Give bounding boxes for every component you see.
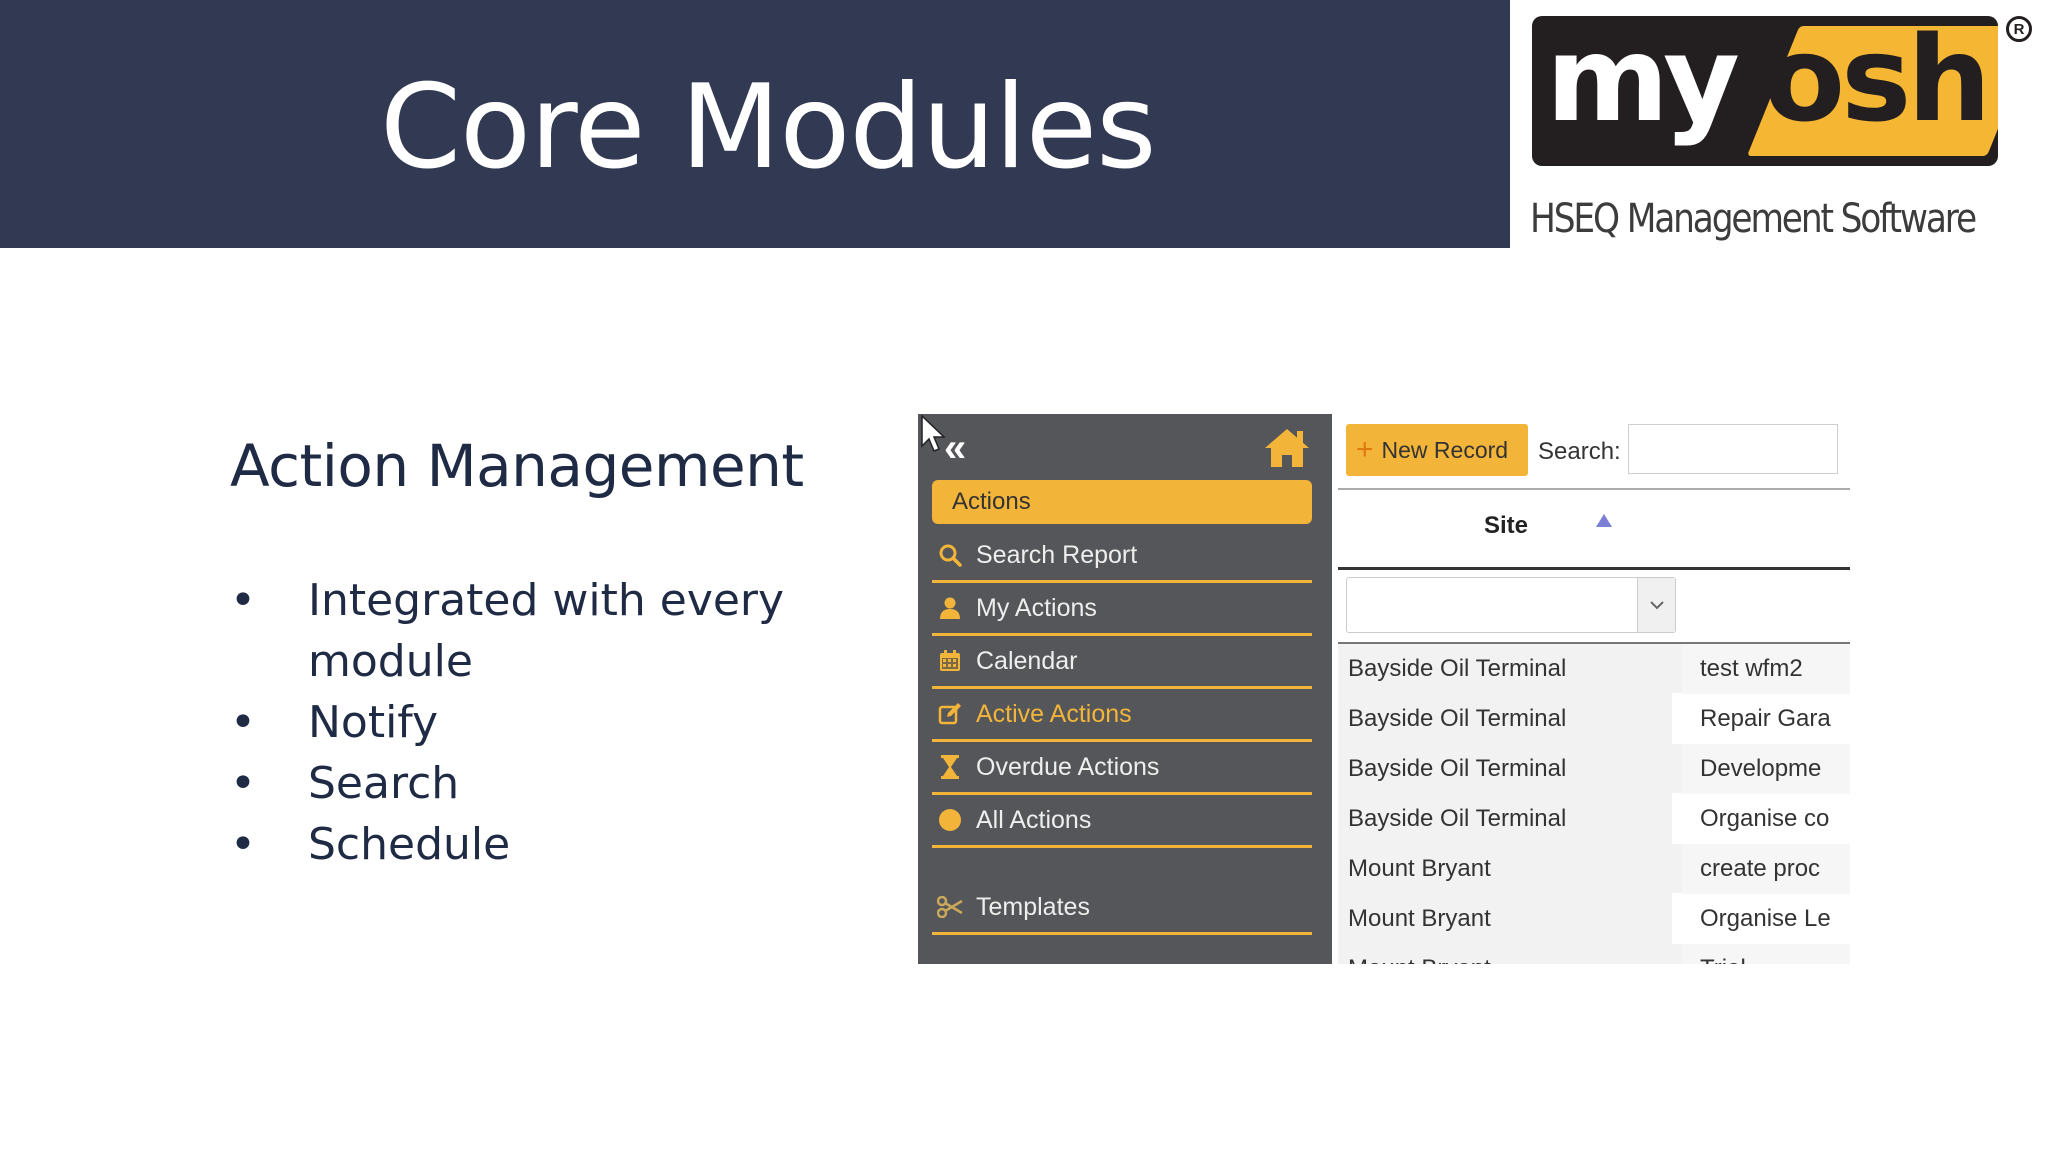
new-record-button[interactable]: + New Record xyxy=(1346,424,1528,476)
bullet-item: Integrated with every module xyxy=(230,570,850,692)
page-title: Core Modules xyxy=(380,60,1157,195)
table-row[interactable]: Mount Bryant Trial xyxy=(1338,944,1850,964)
sidebar-item-label: Search Report xyxy=(976,540,1138,569)
column-header-site[interactable]: Site xyxy=(1338,512,1674,540)
sidebar-section-actions[interactable]: Actions xyxy=(932,480,1312,524)
bullet-list: Integrated with every module Notify Sear… xyxy=(230,570,850,875)
sidebar-item-label: My Actions xyxy=(976,593,1097,622)
scissors-icon xyxy=(932,896,968,918)
table-row[interactable]: Bayside Oil Terminal Developme xyxy=(1338,744,1850,794)
cell-description: Organise Le xyxy=(1682,894,1850,944)
cell-site: Mount Bryant xyxy=(1338,844,1672,894)
sidebar-item-templates[interactable]: Templates xyxy=(932,882,1312,935)
logo-text-my: my xyxy=(1546,16,1740,148)
header-bar: Core Modules xyxy=(0,0,1510,248)
collapse-sidebar-icon[interactable]: « xyxy=(944,428,966,468)
sidebar-item-overdue-actions[interactable]: Overdue Actions xyxy=(932,742,1312,795)
section-title: Action Management xyxy=(230,432,804,500)
sidebar-item-label: Calendar xyxy=(976,646,1078,675)
cell-site: Mount Bryant xyxy=(1338,944,1672,964)
table-row[interactable]: Bayside Oil Terminal test wfm2 xyxy=(1338,644,1850,694)
new-record-label: New Record xyxy=(1381,436,1509,463)
cell-description: Organise co xyxy=(1682,794,1850,844)
calendar-icon xyxy=(932,649,968,673)
cell-site: Bayside Oil Terminal xyxy=(1338,744,1672,794)
table-row[interactable]: Bayside Oil Terminal Repair Gara xyxy=(1338,694,1850,744)
logo-tagline: HSEQ Management Software xyxy=(1530,196,1977,242)
cell-site: Mount Bryant xyxy=(1338,894,1672,944)
bullet-item: Schedule xyxy=(230,814,850,875)
plus-icon: + xyxy=(1356,433,1374,466)
table-top-border xyxy=(1338,488,1850,490)
bullet-item: Notify xyxy=(230,692,850,753)
edit-icon xyxy=(932,702,968,726)
table-header-border xyxy=(1338,567,1850,570)
cell-description: Repair Gara xyxy=(1682,694,1850,744)
cell-site: Bayside Oil Terminal xyxy=(1338,644,1672,694)
sidebar-item-label: Overdue Actions xyxy=(976,752,1160,781)
cell-description: Developme xyxy=(1682,744,1850,794)
app-screenshot: « Actions Search Report My Actions Calen… xyxy=(918,414,1850,964)
table-row[interactable]: Mount Bryant Organise Le xyxy=(1338,894,1850,944)
cell-site: Bayside Oil Terminal xyxy=(1338,694,1672,744)
search-label: Search: xyxy=(1538,438,1621,465)
sidebar-item-label: Active Actions xyxy=(976,699,1132,728)
user-icon xyxy=(932,596,968,620)
sidebar-item-calendar[interactable]: Calendar xyxy=(932,636,1312,689)
sidebar: « Actions Search Report My Actions Calen… xyxy=(918,414,1332,964)
sidebar-item-search-report[interactable]: Search Report xyxy=(932,530,1312,583)
home-icon[interactable] xyxy=(1262,426,1312,470)
sidebar-item-label: All Actions xyxy=(976,805,1092,834)
cell-description: create proc xyxy=(1682,844,1850,894)
sidebar-item-all-actions[interactable]: All Actions xyxy=(932,795,1312,848)
sidebar-item-active-actions[interactable]: Active Actions xyxy=(932,689,1312,742)
chevron-down-icon[interactable] xyxy=(1637,578,1675,632)
sidebar-item-label: Templates xyxy=(976,892,1090,921)
search-icon xyxy=(932,543,968,567)
cell-description: Trial xyxy=(1682,944,1850,964)
search-input[interactable] xyxy=(1628,424,1838,474)
hourglass-icon xyxy=(932,754,968,780)
actions-content-panel: + New Record Search: Site Bayside Oil Te… xyxy=(1332,414,1850,964)
site-filter-select[interactable] xyxy=(1346,577,1676,633)
circle-icon xyxy=(932,808,968,832)
table-row[interactable]: Bayside Oil Terminal Organise co xyxy=(1338,794,1850,844)
sort-ascending-icon[interactable] xyxy=(1596,514,1612,527)
bullet-item: Search xyxy=(230,753,850,814)
cell-description: test wfm2 xyxy=(1682,644,1850,694)
sidebar-item-my-actions[interactable]: My Actions xyxy=(932,583,1312,636)
table-row[interactable]: Mount Bryant create proc xyxy=(1338,844,1850,894)
logo-text-osh: osh xyxy=(1764,16,1991,148)
actions-table-body: Bayside Oil Terminal test wfm2 Bayside O… xyxy=(1338,644,1850,964)
cell-site: Bayside Oil Terminal xyxy=(1338,794,1672,844)
myosh-logo: my osh xyxy=(1532,16,1998,166)
registered-mark-icon: R xyxy=(2006,16,2032,42)
